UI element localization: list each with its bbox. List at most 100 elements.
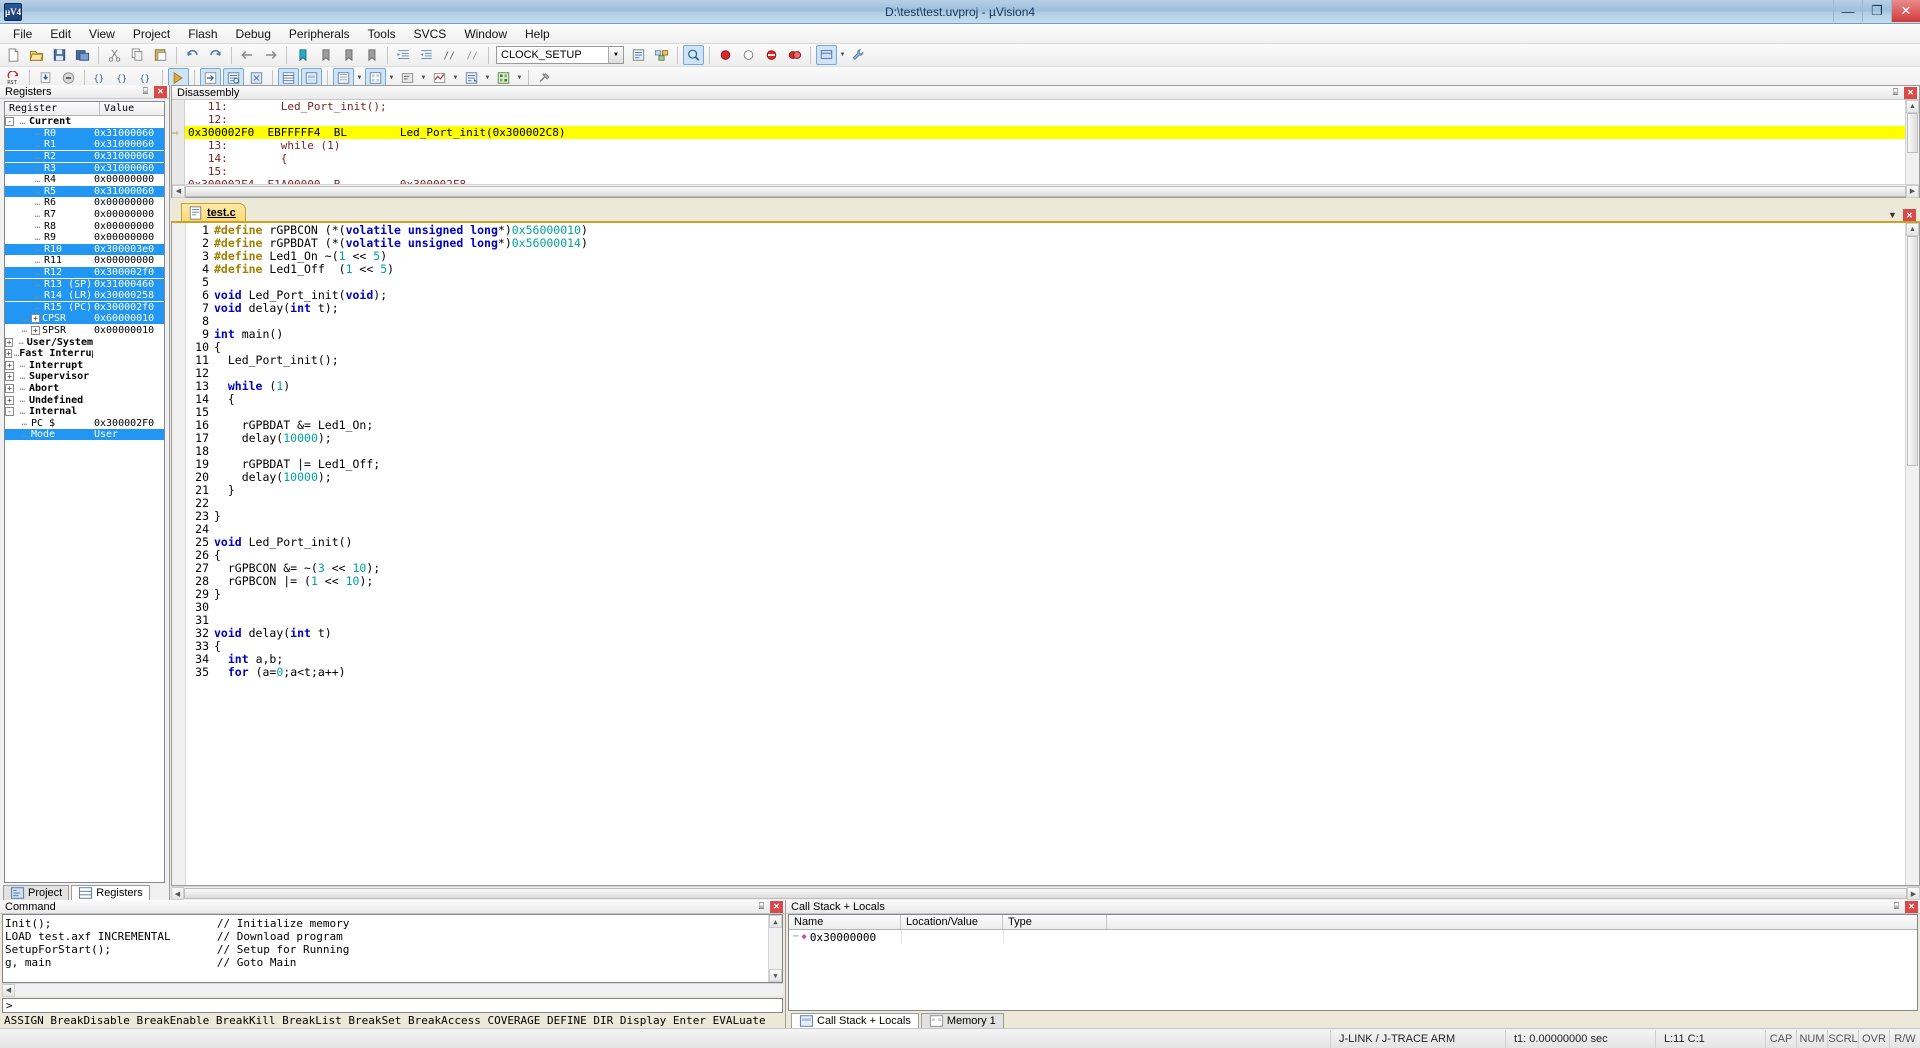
scroll-left-button[interactable]: ◀: [172, 184, 185, 198]
menu-peripherals[interactable]: Peripherals: [280, 25, 359, 43]
register-row[interactable]: +… Supervisor: [5, 371, 164, 383]
tab-registers[interactable]: Registers: [71, 885, 150, 900]
editor-line[interactable]: 26{: [186, 549, 1905, 562]
menu-help[interactable]: Help: [516, 25, 559, 43]
menu-tools[interactable]: Tools: [359, 25, 405, 43]
editor-line[interactable]: 25 void Led_Port_init(): [186, 536, 1905, 549]
menu-project[interactable]: Project: [124, 25, 179, 43]
copy-icon[interactable]: [127, 45, 148, 65]
editor-line[interactable]: 4 #define Led1_Off (1 << 5): [186, 263, 1905, 276]
new-file-icon[interactable]: [3, 45, 24, 65]
chevron-down-icon[interactable]: ▼: [608, 47, 623, 63]
open-file-icon[interactable]: [26, 45, 47, 65]
register-row[interactable]: … + SPSR 0x00000010: [5, 325, 164, 337]
editor-line[interactable]: 15: [186, 406, 1905, 419]
breakpoint-disable-all-icon[interactable]: [784, 45, 805, 65]
close-icon[interactable]: ✕: [1905, 900, 1918, 913]
tree-expander-icon[interactable]: -: [5, 117, 14, 127]
scroll-thumb[interactable]: [1907, 113, 1918, 153]
tree-expander-icon[interactable]: +: [5, 360, 14, 370]
tab-memory1[interactable]: Memory 1: [920, 1013, 1004, 1028]
scroll-left-button[interactable]: ◀: [2, 983, 15, 997]
scroll-up-button[interactable]: ▲: [769, 915, 782, 928]
editor-line[interactable]: 5: [186, 276, 1905, 289]
menu-view[interactable]: View: [80, 25, 124, 43]
undo-icon[interactable]: [182, 45, 203, 65]
navigate-forward-icon[interactable]: [260, 45, 281, 65]
editor-line[interactable]: 22: [186, 497, 1905, 510]
wrench-icon[interactable]: [848, 45, 869, 65]
close-icon[interactable]: ✕: [770, 900, 783, 913]
register-row[interactable]: … R2 0x31000060: [5, 151, 164, 163]
pin-icon[interactable]: ⌸: [139, 86, 152, 98]
register-row[interactable]: +… User/System: [5, 336, 164, 348]
configure-icon[interactable]: [816, 45, 837, 65]
editor-line[interactable]: 20 delay(10000);: [186, 471, 1905, 484]
editor-line[interactable]: 6 void Led_Port_init(void);: [186, 289, 1905, 302]
outdent-icon[interactable]: [416, 45, 437, 65]
editor-line[interactable]: 18: [186, 445, 1905, 458]
register-row[interactable]: … Mode User: [5, 429, 164, 441]
menu-debug[interactable]: Debug: [227, 25, 280, 43]
editor-line[interactable]: 21 }: [186, 484, 1905, 497]
tab-project[interactable]: Project: [3, 885, 70, 900]
editor-line[interactable]: 3 #define Led1_On ~(1 << 5): [186, 250, 1905, 263]
target-combo[interactable]: CLOCK_SETUP ▼: [496, 46, 624, 64]
register-row[interactable]: … R14 (LR) 0x30000258: [5, 290, 164, 302]
register-row[interactable]: … R11 0x00000000: [5, 255, 164, 267]
scroll-right-button[interactable]: ▶: [1907, 887, 1920, 900]
bookmark-prev-icon[interactable]: [315, 45, 336, 65]
editor-line[interactable]: 9 int main(): [186, 328, 1905, 341]
register-row[interactable]: +… Abort: [5, 383, 164, 395]
register-row[interactable]: … R13 (SP) 0x31000460: [5, 278, 164, 290]
pin-icon[interactable]: ⌸: [1890, 901, 1903, 913]
close-button[interactable]: ✕: [1891, 0, 1920, 22]
editor-source-lines[interactable]: 1 #define rGPBCON (*(volatile unsigned lo…: [186, 223, 1905, 885]
register-row[interactable]: … PC $ 0x300002F0: [5, 417, 164, 429]
editor-line[interactable]: 12: [186, 367, 1905, 380]
scroll-up-button[interactable]: ▲: [1906, 100, 1919, 113]
bookmark-clear-icon[interactable]: [361, 45, 382, 65]
disassembly-gutter[interactable]: [172, 100, 185, 184]
register-row[interactable]: … R8 0x00000000: [5, 220, 164, 232]
editor-line[interactable]: 27 rGPBCON &= ~(3 << 10);: [186, 562, 1905, 575]
tab-callstack-locals[interactable]: Call Stack + Locals: [791, 1013, 919, 1028]
breakpoint-disable-icon[interactable]: [738, 45, 759, 65]
maximize-button[interactable]: ❐: [1862, 0, 1891, 22]
editor-line[interactable]: 16 rGPBDAT &= Led1_On;: [186, 419, 1905, 432]
bookmark-next-icon[interactable]: [338, 45, 359, 65]
paste-icon[interactable]: [150, 45, 171, 65]
scroll-up-button[interactable]: ▲: [1906, 223, 1919, 236]
configure-dropdown-icon[interactable]: ▼: [838, 45, 847, 65]
disassembly-line[interactable]: 15:: [185, 165, 1919, 178]
tree-expander-icon[interactable]: +: [5, 349, 12, 359]
breakpoint-insert-icon[interactable]: [715, 45, 736, 65]
scroll-left-button[interactable]: ◀: [171, 887, 184, 900]
cut-icon[interactable]: [104, 45, 125, 65]
menu-svcs[interactable]: SVCS: [405, 25, 456, 43]
editor-line[interactable]: 10{: [186, 341, 1905, 354]
editor-body[interactable]: 1 #define rGPBCON (*(volatile unsigned lo…: [171, 221, 1920, 886]
menu-window[interactable]: Window: [455, 25, 516, 43]
editor-line[interactable]: 28 rGPBCON |= (1 << 10);: [186, 575, 1905, 588]
scroll-thumb[interactable]: [184, 888, 1907, 899]
editor-line[interactable]: 17 delay(10000);: [186, 432, 1905, 445]
col-type[interactable]: Type: [1003, 915, 1107, 929]
scroll-down-button[interactable]: ▼: [769, 969, 782, 982]
scroll-thumb[interactable]: [185, 185, 1906, 197]
command-input[interactable]: >: [2, 998, 783, 1013]
register-row[interactable]: +…Fast Interrupt: [5, 348, 164, 360]
registers-tree[interactable]: Register Value -… Current … R0 0x31000060 ……: [4, 101, 165, 883]
uncomment-icon[interactable]: //: [462, 45, 483, 65]
editor-line[interactable]: 23}: [186, 510, 1905, 523]
editor-line[interactable]: 34 int a,b;: [186, 653, 1905, 666]
editor-line[interactable]: 31: [186, 614, 1905, 627]
editor-line[interactable]: 7 void delay(int t);: [186, 302, 1905, 315]
editor-line[interactable]: 14 {: [186, 393, 1905, 406]
disassembly-line[interactable]: 0x300002F4 E1A00000 B 0x300002F8: [185, 178, 1919, 184]
save-all-icon[interactable]: [72, 45, 93, 65]
menu-flash[interactable]: Flash: [179, 25, 226, 43]
register-row[interactable]: … R15 (PC) 0x300002f0: [5, 301, 164, 314]
editor-hscrollbar[interactable]: ◀ ▶: [171, 886, 1920, 900]
tree-expander-icon[interactable]: +: [31, 325, 40, 335]
